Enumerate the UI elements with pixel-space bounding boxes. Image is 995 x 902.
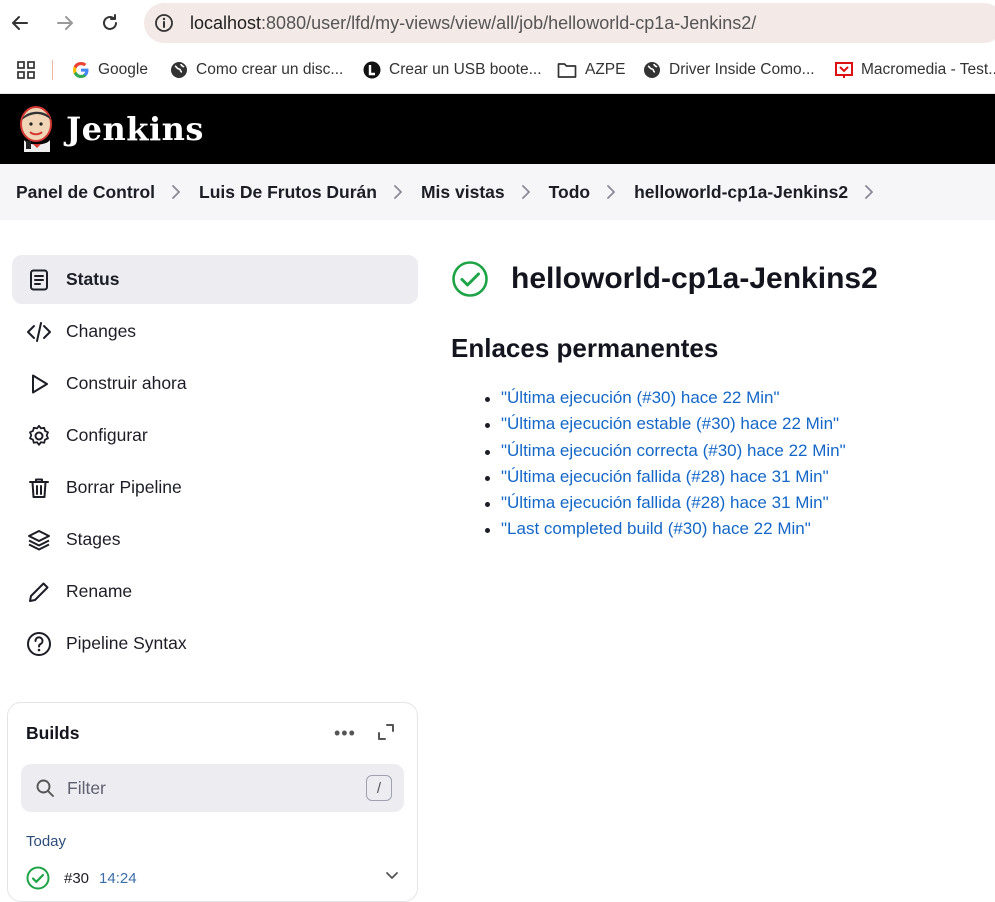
breadcrumb-item-my-views[interactable]: Mis vistas	[421, 182, 505, 203]
sidebar-item-label: Changes	[66, 321, 137, 341]
reload-icon[interactable]	[99, 12, 121, 34]
pencil-icon	[26, 579, 52, 605]
chevron-right-icon[interactable]	[171, 185, 183, 199]
breadcrumb: Panel de Control Luis De Frutos Durán Mi…	[0, 164, 995, 220]
permalink-last-build[interactable]: "Última ejecución (#30) hace 22 Min"	[501, 388, 780, 407]
bookmark-label: AZPE	[585, 61, 626, 78]
bookmark-como-crear-disc[interactable]: Como crear un disc...	[170, 46, 343, 94]
jenkins-title[interactable]: Jenkins	[66, 110, 204, 148]
bookmark-driver-inside[interactable]: Driver Inside Como...	[643, 46, 815, 94]
chevron-down-icon[interactable]	[385, 871, 399, 881]
bookmarks-separator	[52, 60, 53, 80]
folder-icon	[557, 61, 577, 79]
help-circle-icon	[26, 631, 52, 657]
sidebar-item-configure[interactable]: Configurar	[12, 411, 418, 460]
bookmarks-bar: Google Como crear un disc... Crear un US…	[0, 46, 995, 94]
list-item: "Last completed build (#30) hace 22 Min"	[481, 519, 991, 545]
arrow-right-icon[interactable]	[54, 12, 76, 34]
globe-icon	[170, 61, 188, 79]
jenkins-logo[interactable]	[16, 104, 58, 154]
globe-icon	[643, 61, 661, 79]
permalink-last-successful[interactable]: "Última ejecución correcta (#30) hace 22…	[501, 441, 846, 460]
builds-group-label: Today	[26, 833, 67, 850]
bookmark-crear-usb[interactable]: Crear un USB boote...	[363, 46, 542, 94]
build-row[interactable]: #30 14:24	[26, 863, 401, 893]
breadcrumb-item-panel[interactable]: Panel de Control	[16, 182, 155, 203]
bookmark-label: Crear un USB boote...	[389, 61, 542, 78]
l-logo-icon	[363, 61, 381, 79]
permalink-last-unsuccessful[interactable]: "Última ejecución fallida (#28) hace 31 …	[501, 493, 829, 512]
apps-grid-icon[interactable]	[16, 46, 36, 94]
sidebar-item-status[interactable]: Status	[12, 255, 418, 304]
permalinks-list: "Última ejecución (#30) hace 22 Min" "Úl…	[481, 388, 991, 546]
permalink-last-completed[interactable]: "Last completed build (#30) hace 22 Min"	[501, 519, 811, 538]
more-options-icon[interactable]: •••	[334, 723, 356, 744]
build-time: 14:24	[99, 869, 137, 887]
permalink-last-stable[interactable]: "Última ejecución estable (#30) hace 22 …	[501, 414, 839, 433]
bookmark-label: Driver Inside Como...	[669, 61, 815, 78]
list-item: "Última ejecución correcta (#30) hace 22…	[481, 441, 991, 467]
shortcut-key-badge: /	[366, 775, 392, 801]
sidebar-item-label: Pipeline Syntax	[66, 633, 187, 653]
bookmark-azpe[interactable]: AZPE	[557, 46, 625, 94]
list-item: "Última ejecución fallida (#28) hace 31 …	[481, 467, 991, 493]
builds-panel: Builds ••• / Today #30 14:24	[7, 702, 418, 902]
list-item: "Última ejecución (#30) hace 22 Min"	[481, 388, 991, 414]
sidebar-item-label: Stages	[66, 529, 121, 549]
job-header: helloworld-cp1a-Jenkins2	[451, 255, 991, 303]
trash-icon	[26, 475, 52, 501]
sidebar: Status Changes Construir ahora Configura…	[12, 255, 418, 671]
bookmark-label: Como crear un disc...	[196, 61, 344, 78]
bookmark-google[interactable]: Google	[72, 46, 148, 94]
bookmark-macromedia[interactable]: Macromedia - Test...	[835, 46, 995, 94]
macromedia-icon	[835, 61, 853, 79]
gear-icon	[26, 423, 52, 449]
arrow-left-icon[interactable]	[9, 12, 31, 34]
info-icon[interactable]	[154, 13, 174, 33]
page-title: helloworld-cp1a-Jenkins2	[511, 262, 878, 295]
jenkins-header: Jenkins	[0, 94, 995, 164]
list-item: "Última ejecución estable (#30) hace 22 …	[481, 414, 991, 440]
builds-filter: /	[21, 764, 404, 812]
google-icon	[72, 61, 90, 79]
bookmark-label: Google	[98, 61, 148, 78]
sidebar-item-pipeline-syntax[interactable]: Pipeline Syntax	[12, 619, 418, 668]
sidebar-item-label: Rename	[66, 581, 133, 601]
address-bar[interactable]: localhost:8080/user/lfd/my-views/view/al…	[144, 3, 995, 43]
sidebar-item-build-now[interactable]: Construir ahora	[12, 359, 418, 408]
filter-input[interactable]	[67, 777, 347, 799]
build-number[interactable]: #30	[64, 870, 89, 887]
chevron-right-icon[interactable]	[606, 185, 618, 199]
success-check-icon	[26, 866, 50, 890]
chevron-right-icon[interactable]	[521, 185, 533, 199]
sidebar-item-rename[interactable]: Rename	[12, 567, 418, 616]
permalinks-heading: Enlaces permanentes	[451, 333, 719, 363]
sidebar-item-label: Borrar Pipeline	[66, 477, 182, 497]
play-icon	[26, 371, 52, 397]
url-text[interactable]: localhost:8080/user/lfd/my-views/view/al…	[190, 13, 756, 34]
breadcrumb-item-job[interactable]: helloworld-cp1a-Jenkins2	[634, 182, 848, 203]
breadcrumb-item-user[interactable]: Luis De Frutos Durán	[199, 182, 377, 203]
breadcrumb-item-all[interactable]: Todo	[549, 182, 590, 203]
browser-toolbar: localhost:8080/user/lfd/my-views/view/al…	[0, 0, 995, 46]
search-icon	[36, 779, 54, 797]
sidebar-item-changes[interactable]: Changes	[12, 307, 418, 356]
permalink-last-failed[interactable]: "Última ejecución fallida (#28) hace 31 …	[501, 467, 829, 486]
main-content: helloworld-cp1a-Jenkins2 Enlaces permane…	[451, 255, 991, 546]
layers-icon	[26, 527, 52, 553]
chevron-right-icon[interactable]	[393, 185, 405, 199]
document-icon	[26, 267, 52, 293]
bookmark-label: Macromedia - Test...	[861, 61, 995, 78]
builds-title: Builds	[26, 723, 80, 743]
sidebar-item-label: Construir ahora	[66, 373, 187, 393]
sidebar-item-stages[interactable]: Stages	[12, 515, 418, 564]
success-check-icon	[452, 261, 488, 297]
chevron-right-icon[interactable]	[864, 185, 876, 199]
sidebar-item-label: Status	[66, 269, 120, 289]
sidebar-item-label: Configurar	[66, 425, 148, 445]
list-item: "Última ejecución fallida (#28) hace 31 …	[481, 493, 991, 519]
expand-icon[interactable]	[377, 723, 395, 741]
sidebar-item-delete-pipeline[interactable]: Borrar Pipeline	[12, 463, 418, 512]
code-icon	[26, 319, 52, 345]
